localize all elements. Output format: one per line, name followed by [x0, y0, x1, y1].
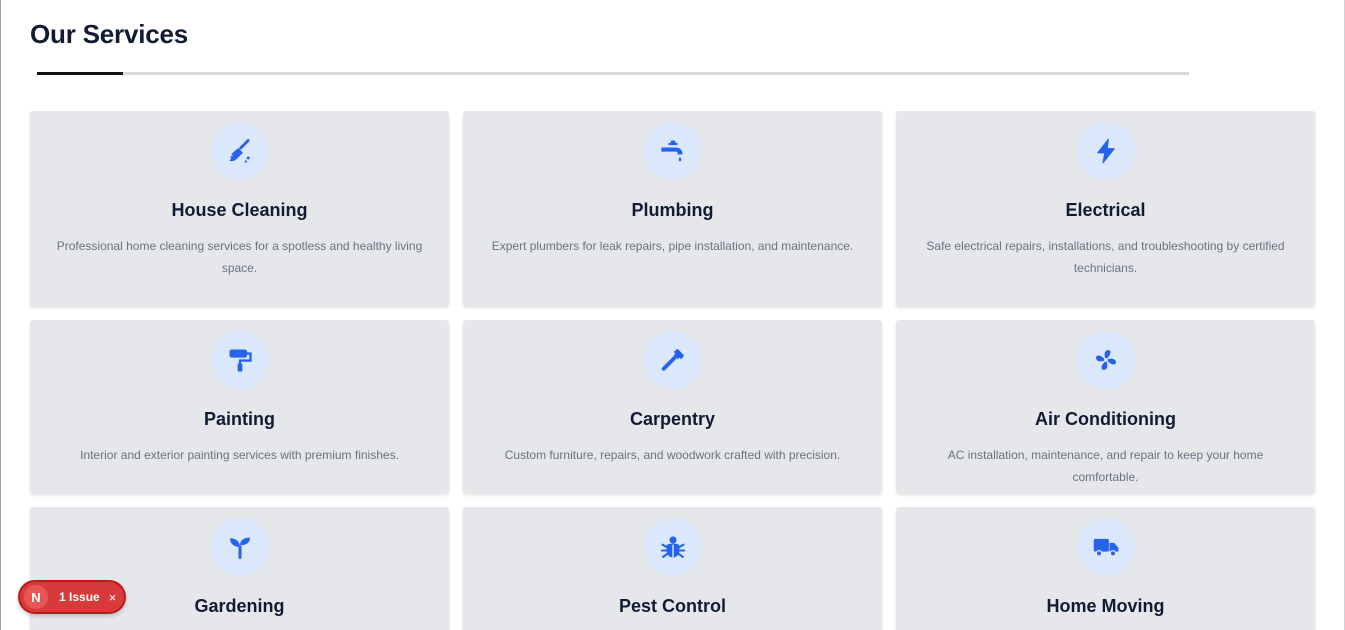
paint-roller-icon [229, 349, 252, 372]
service-description: Professional home cleaning services for … [56, 239, 423, 275]
service-card-home-moving[interactable]: Home Moving [896, 507, 1315, 630]
section-title: Our Services [30, 19, 189, 49]
service-title: Painting [204, 409, 275, 429]
service-icon-badge [210, 122, 269, 180]
close-icon[interactable]: × [109, 590, 117, 605]
service-card-pest-control[interactable]: Pest Control [463, 507, 882, 630]
service-card-electrical[interactable]: Electrical Safe electrical repairs, inst… [896, 111, 1315, 306]
service-description: Expert plumbers for leak repairs, pipe i… [491, 239, 854, 253]
truck-icon [1093, 538, 1118, 557]
service-icon-badge [210, 518, 269, 576]
service-title: Air Conditioning [1035, 409, 1176, 429]
service-icon-badge [1076, 518, 1135, 576]
service-title: Plumbing [631, 200, 714, 220]
hammer-icon [661, 348, 684, 371]
fan-icon [1095, 350, 1116, 370]
service-title: House Cleaning [171, 200, 308, 220]
service-description: Safe electrical repairs, installations, … [926, 239, 1285, 275]
issues-badge[interactable]: N 1 Issue × [18, 580, 126, 614]
service-card-house-cleaning[interactable]: House Cleaning Professional home cleanin… [30, 111, 449, 306]
broom-icon [229, 139, 250, 163]
faucet-icon [660, 140, 682, 162]
service-icon-badge [210, 331, 269, 389]
service-card-plumbing[interactable]: Plumbing Expert plumbers for leak repair… [463, 111, 882, 306]
issues-count-label: 1 Issue [59, 590, 100, 604]
service-description: Interior and exterior painting services … [80, 448, 399, 462]
service-title: Pest Control [618, 596, 726, 616]
service-description: AC installation, maintenance, and repair… [947, 448, 1264, 484]
service-icon-badge [1076, 122, 1135, 180]
service-card-painting[interactable]: Painting Interior and exterior painting … [30, 320, 449, 493]
service-card-air-conditioning[interactable]: Air Conditioning AC installation, mainte… [896, 320, 1315, 493]
title-divider [37, 72, 1189, 75]
service-description: Custom furniture, repairs, and woodwork … [504, 448, 841, 462]
issues-avatar: N [24, 585, 48, 609]
service-icon-badge [1076, 331, 1135, 389]
service-icon-badge [643, 518, 702, 576]
service-title: Carpentry [629, 409, 716, 429]
service-icon-badge [643, 122, 702, 180]
service-title: Home Moving [1046, 596, 1165, 616]
service-title: Electrical [1065, 200, 1146, 220]
service-card-carpentry[interactable]: Carpentry Custom furniture, repairs, and… [463, 320, 882, 493]
bolt-icon [1096, 138, 1115, 164]
bug-icon [660, 536, 685, 558]
service-icon-badge [643, 331, 702, 389]
title-divider-accent [37, 72, 123, 75]
seedling-icon [229, 537, 250, 560]
